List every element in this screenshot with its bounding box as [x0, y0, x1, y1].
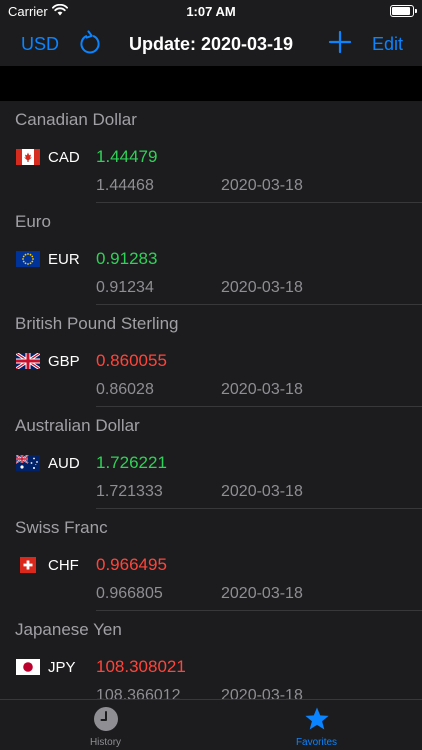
previous-date: 2020-03-18 [221, 585, 303, 602]
current-rate: 108.308021 [96, 657, 186, 676]
currency-name: Swiss Franc [15, 518, 108, 537]
currency-code: JPY [48, 659, 76, 676]
currency-code: CAD [48, 149, 80, 166]
currency-row-gbp[interactable]: British Pound Sterling GBP 0.860055 0.86… [0, 305, 422, 407]
previous-date: 2020-03-18 [221, 381, 303, 398]
current-rate: 1.726221 [96, 453, 167, 472]
previous-rate: 0.91234 [96, 279, 154, 296]
currency-name: Canadian Dollar [15, 110, 137, 129]
previous-date: 2020-03-18 [221, 483, 303, 500]
currency-name: British Pound Sterling [15, 314, 179, 333]
switzerland-flag-icon [20, 557, 36, 573]
previous-rate: 1.44468 [96, 177, 154, 194]
currency-row-cad[interactable]: Canadian Dollar CAD 1.44479 1.44468 2020… [0, 101, 422, 203]
navigation-bar: USD Update: 2020-03-19 Edit [0, 24, 422, 66]
currency-row-eur[interactable]: Euro EUR 0.91283 0.91234 2020-03-18 [0, 203, 422, 305]
add-icon[interactable] [328, 30, 352, 54]
header-strip [0, 66, 422, 101]
currency-name: Australian Dollar [15, 416, 140, 435]
tab-history-label: History [89, 737, 122, 748]
currency-code: AUD [48, 455, 80, 472]
currency-row-aud[interactable]: Australian Dollar AUD 1.726221 1.721333 … [0, 407, 422, 509]
current-rate: 1.44479 [96, 147, 158, 166]
tab-history[interactable]: History [0, 700, 211, 750]
tab-favorites-label: Favorites [295, 737, 338, 748]
battery-icon [390, 5, 417, 17]
canada-flag-icon [16, 149, 40, 165]
previous-rate: 1.721333 [96, 483, 163, 500]
previous-rate: 0.86028 [96, 381, 154, 398]
tab-favorites[interactable]: Favorites [211, 700, 422, 750]
currency-list[interactable]: Canadian Dollar CAD 1.44479 1.44468 2020… [0, 101, 422, 699]
previous-date: 2020-03-18 [221, 177, 303, 194]
current-rate: 0.860055 [96, 351, 167, 370]
previous-rate: 108.366012 [96, 687, 181, 699]
currency-row-jpy[interactable]: Japanese Yen JPY 108.308021 108.366012 2… [0, 611, 422, 699]
currency-code: EUR [48, 251, 80, 268]
australia-flag-icon [16, 455, 40, 471]
page-title: Update: 2020-03-19 [128, 34, 294, 54]
previous-date: 2020-03-18 [221, 687, 303, 699]
currency-code: CHF [48, 557, 79, 574]
uk-flag-icon [16, 353, 40, 369]
star-icon [305, 707, 329, 730]
currency-name: Japanese Yen [15, 620, 122, 639]
clock-time: 1:07 AM [186, 4, 236, 19]
current-rate: 0.91283 [96, 249, 158, 268]
previous-date: 2020-03-18 [221, 279, 303, 296]
edit-button[interactable]: Edit [372, 34, 403, 55]
japan-flag-icon [16, 659, 40, 675]
current-rate: 0.966495 [96, 555, 167, 574]
clock-icon [94, 707, 118, 731]
currency-code: GBP [48, 353, 80, 370]
currency-name: Euro [15, 212, 51, 231]
currency-row-chf[interactable]: Swiss Franc CHF 0.966495 0.966805 2020-0… [0, 509, 422, 611]
eu-flag-icon [16, 251, 40, 267]
previous-rate: 0.966805 [96, 585, 163, 602]
status-bar: Carrier 1:07 AM [0, 0, 422, 24]
tab-bar: History Favorites [0, 699, 422, 750]
